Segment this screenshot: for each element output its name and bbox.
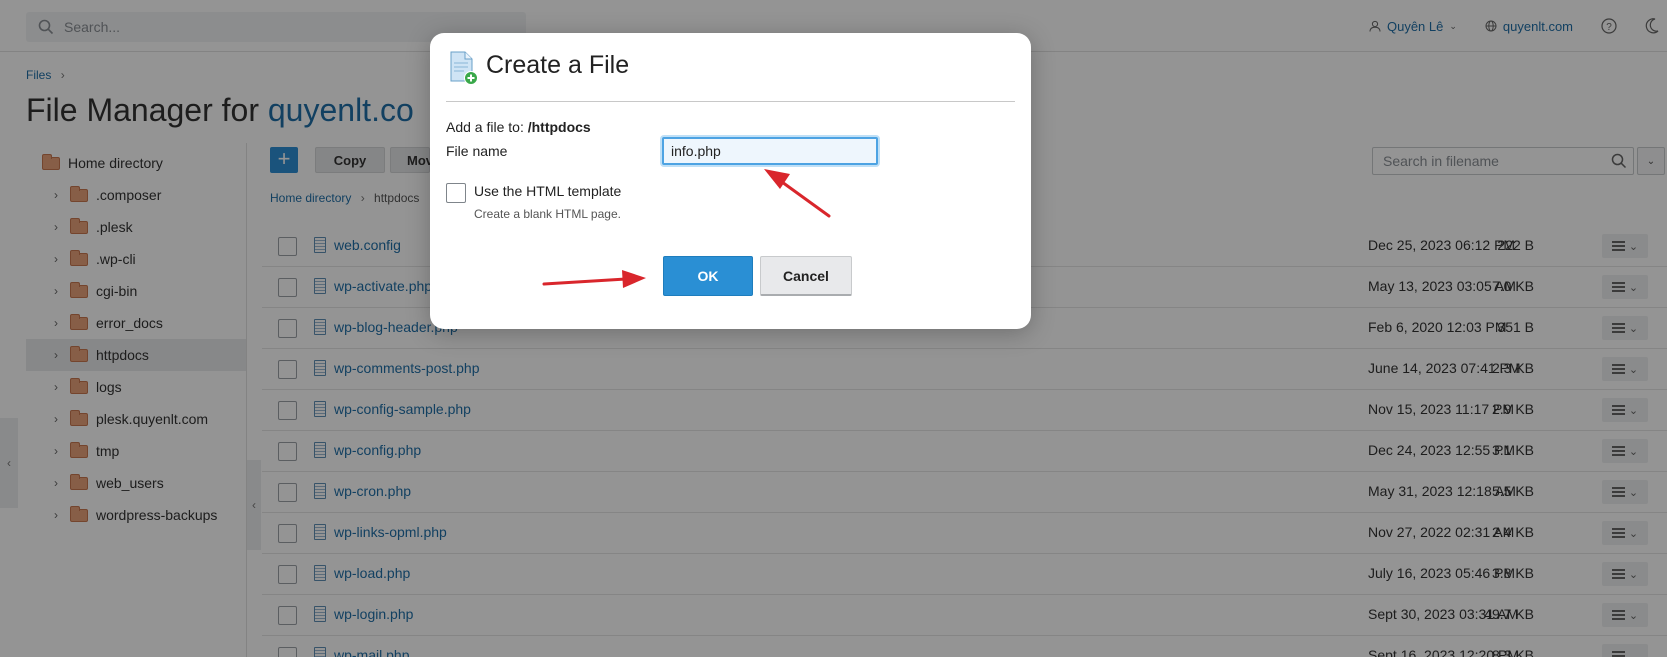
html-template-label[interactable]: Use the HTML template: [474, 183, 621, 199]
html-template-hint: Create a blank HTML page.: [474, 207, 621, 221]
file-name-input[interactable]: [662, 137, 878, 165]
dialog-divider: [446, 101, 1015, 102]
dialog-title: Create a File: [486, 51, 630, 79]
create-file-dialog: Create a File Add a file to: /httpdocs F…: [430, 33, 1031, 329]
ok-button[interactable]: OK: [663, 256, 753, 296]
cancel-button[interactable]: Cancel: [760, 256, 852, 296]
html-template-checkbox[interactable]: [446, 183, 466, 203]
new-file-icon: [450, 51, 478, 85]
add-to-text: Add a file to: /httpdocs: [446, 119, 591, 135]
add-to-label: Add a file to:: [446, 119, 524, 135]
file-name-label: File name: [446, 143, 508, 159]
add-to-path: /httpdocs: [527, 119, 591, 135]
